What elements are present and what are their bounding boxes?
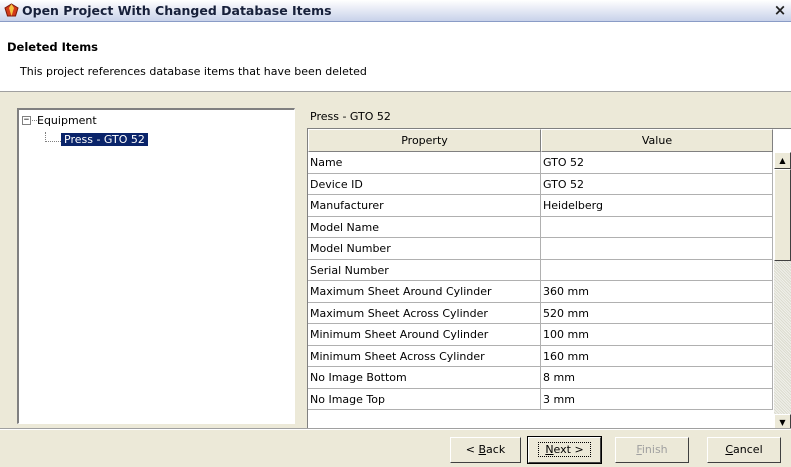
back-prefix: < bbox=[465, 443, 479, 456]
property-cell: No Image Bottom bbox=[308, 367, 541, 388]
table-row[interactable]: No Image Top 3 mm bbox=[308, 388, 773, 410]
cancel-rest: ancel bbox=[733, 443, 763, 456]
value-cell[interactable]: 8 mm bbox=[541, 367, 773, 388]
table-row[interactable]: Maximum Sheet Across Cylinder 520 mm bbox=[308, 302, 773, 324]
value-cell[interactable]: Heidelberg bbox=[541, 195, 773, 216]
details-panel: Press - GTO 52 Property Value Name GTO 52… bbox=[307, 108, 791, 428]
column-header-property[interactable]: Property bbox=[308, 129, 541, 152]
back-button[interactable]: < Back bbox=[450, 437, 521, 463]
property-cell: Manufacturer bbox=[308, 195, 541, 216]
scroll-thumb[interactable] bbox=[774, 169, 791, 261]
vertical-scrollbar[interactable]: ▲ ▼ bbox=[774, 152, 791, 428]
property-cell: Model Name bbox=[308, 216, 541, 238]
finish-rest: inish bbox=[641, 443, 668, 456]
value-cell[interactable]: 360 mm bbox=[541, 281, 773, 302]
value-cell[interactable]: 520 mm bbox=[541, 302, 773, 324]
window-title: Open Project With Changed Database Items bbox=[22, 3, 332, 18]
property-cell: Model Number bbox=[308, 238, 541, 259]
value-cell[interactable]: 100 mm bbox=[541, 324, 773, 345]
title-bar: Open Project With Changed Database Items… bbox=[0, 0, 791, 22]
details-title: Press - GTO 52 bbox=[310, 110, 391, 123]
table-row[interactable]: Manufacturer Heidelberg bbox=[308, 195, 773, 217]
table-row[interactable]: Minimum Sheet Around Cylinder 100 mm bbox=[308, 324, 773, 346]
scroll-down-button[interactable]: ▼ bbox=[774, 414, 791, 428]
value-cell[interactable]: 160 mm bbox=[541, 345, 773, 367]
next-label-focus: Next > bbox=[538, 442, 591, 457]
property-cell: Serial Number bbox=[308, 259, 541, 281]
cancel-button[interactable]: Cancel bbox=[707, 437, 781, 463]
value-cell[interactable]: GTO 52 bbox=[541, 173, 773, 195]
close-button[interactable]: × bbox=[770, 1, 790, 20]
property-cell: Maximum Sheet Around Cylinder bbox=[308, 281, 541, 302]
value-cell[interactable]: 3 mm bbox=[541, 388, 773, 410]
next-button[interactable]: Next > bbox=[527, 436, 602, 464]
column-header-value[interactable]: Value bbox=[541, 129, 773, 152]
property-cell: Maximum Sheet Across Cylinder bbox=[308, 302, 541, 324]
equipment-tree[interactable]: − Equipment Press - GTO 52 bbox=[17, 108, 295, 424]
property-grid: Property Value Name GTO 52 Device ID GTO 52… bbox=[307, 128, 791, 428]
property-cell: Name bbox=[308, 152, 541, 173]
tree-connector-horizontal bbox=[45, 141, 61, 142]
next-rest: ext > bbox=[553, 443, 584, 456]
button-separator bbox=[0, 428, 791, 430]
value-cell[interactable] bbox=[541, 216, 773, 238]
table-row[interactable]: Minimum Sheet Across Cylinder 160 mm bbox=[308, 345, 773, 367]
finish-button[interactable]: Finish bbox=[615, 437, 689, 463]
property-cell: No Image Top bbox=[308, 388, 541, 410]
table-row[interactable]: No Image Bottom 8 mm bbox=[308, 367, 773, 389]
table-row[interactable]: Model Name bbox=[308, 216, 773, 238]
tree-item-label: Equipment bbox=[37, 114, 97, 127]
app-gem-icon bbox=[4, 3, 19, 17]
property-cell: Device ID bbox=[308, 173, 541, 195]
table-row[interactable]: Maximum Sheet Around Cylinder 360 mm bbox=[308, 281, 773, 303]
table-row[interactable]: Model Number bbox=[308, 238, 773, 260]
back-rest: ack bbox=[486, 443, 506, 456]
cancel-mnemonic: C bbox=[725, 443, 734, 456]
tree-item-label-selected: Press - GTO 52 bbox=[61, 133, 148, 146]
table-row[interactable]: Serial Number bbox=[308, 259, 773, 281]
tree-item-press[interactable]: Press - GTO 52 bbox=[61, 132, 148, 148]
wizard-header: Deleted Items This project references da… bbox=[0, 22, 791, 92]
collapse-expander[interactable]: − bbox=[22, 116, 31, 125]
back-mnemonic: B bbox=[478, 443, 487, 456]
next-mnemonic: N bbox=[545, 443, 554, 456]
grid-header: Property Value bbox=[308, 129, 774, 152]
header-title: Deleted Items bbox=[7, 40, 99, 54]
tree-item-equipment[interactable]: Equipment bbox=[37, 113, 97, 129]
grid-rows: Name GTO 52 Device ID GTO 52 Manufacturer Hei… bbox=[308, 152, 773, 410]
header-description: This project references database items t… bbox=[20, 65, 367, 78]
value-cell[interactable]: GTO 52 bbox=[541, 152, 773, 173]
table-row[interactable]: Device ID GTO 52 bbox=[308, 173, 773, 195]
value-cell[interactable] bbox=[541, 259, 773, 281]
scroll-up-button[interactable]: ▲ bbox=[774, 152, 791, 169]
property-cell: Minimum Sheet Across Cylinder bbox=[308, 345, 541, 367]
table-row[interactable]: Name GTO 52 bbox=[308, 152, 773, 174]
value-cell[interactable] bbox=[541, 238, 773, 259]
property-cell: Minimum Sheet Around Cylinder bbox=[308, 324, 541, 345]
